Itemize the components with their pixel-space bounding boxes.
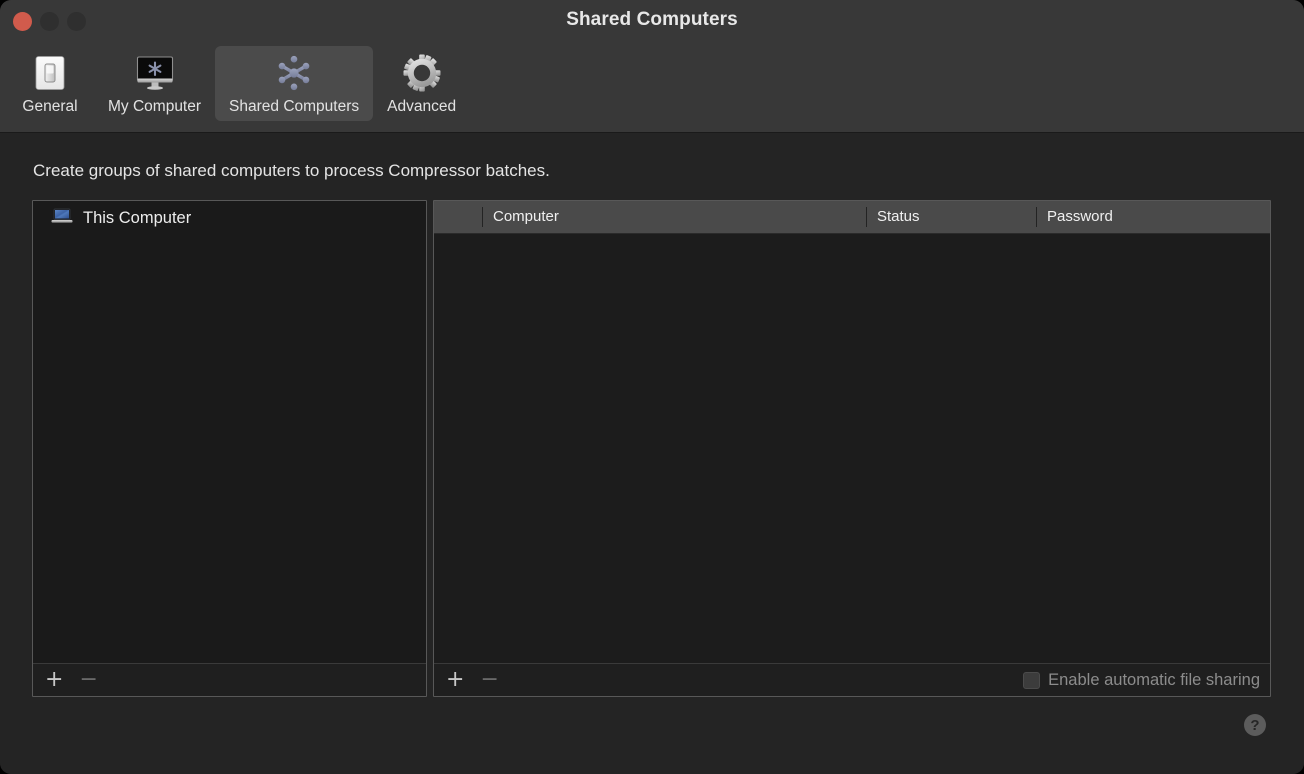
group-panel: This Computer + − (32, 200, 427, 697)
remove-group-button[interactable]: − (79, 669, 97, 691)
add-computer-button[interactable]: + (446, 669, 464, 691)
tab-my-computer-label: My Computer (108, 98, 202, 115)
tab-advanced-label: Advanced (387, 98, 457, 115)
group-panel-footer: + − (33, 663, 426, 696)
list-item[interactable]: This Computer (33, 206, 426, 230)
laptop-icon (51, 208, 73, 229)
window-titlebar: Shared Computers General My Computer Sha… (0, 0, 1304, 133)
description-text: Create groups of shared computers to pro… (33, 161, 550, 180)
enable-automatic-file-sharing-checkbox[interactable]: Enable automatic file sharing (1023, 671, 1260, 690)
group-list[interactable]: This Computer (33, 201, 426, 663)
shared-computers-window: Shared Computers General My Computer Sha… (0, 0, 1304, 774)
panels-container: This Computer + − Computer Status Passwo… (32, 200, 1271, 697)
column-header-select[interactable] (434, 207, 482, 227)
display-asterisk-icon (134, 52, 176, 94)
help-button[interactable]: ? (1244, 714, 1266, 736)
window-title: Shared Computers (566, 9, 738, 30)
column-header-password[interactable]: Password (1036, 207, 1270, 227)
tab-my-computer[interactable]: My Computer (94, 46, 215, 121)
tab-shared-computers[interactable]: Shared Computers (215, 46, 374, 121)
table-body[interactable] (434, 234, 1270, 663)
computer-panel: Computer Status Password + − Enable auto… (433, 200, 1271, 697)
content-area: Create groups of shared computers to pro… (0, 133, 1304, 774)
table-header: Computer Status Password (434, 201, 1270, 234)
toolbar-tabs: General My Computer Shared Computers Adv… (6, 46, 470, 121)
checkbox-label: Enable automatic file sharing (1048, 670, 1260, 689)
remove-computer-button[interactable]: − (480, 669, 498, 691)
light-switch-icon (29, 52, 71, 94)
tab-shared-computers-label: Shared Computers (229, 98, 360, 115)
computer-panel-footer: + − Enable automatic file sharing (434, 663, 1270, 696)
tab-advanced[interactable]: Advanced (373, 46, 470, 121)
checkbox-box[interactable] (1023, 671, 1041, 689)
column-header-computer[interactable]: Computer (482, 207, 866, 227)
gear-icon (401, 52, 443, 94)
tab-general-label: General (22, 98, 78, 115)
tab-general[interactable]: General (6, 46, 94, 121)
column-header-status[interactable]: Status (866, 207, 1036, 227)
cluster-asterisk-icon (273, 52, 315, 94)
add-group-button[interactable]: + (45, 669, 63, 691)
list-item-label: This Computer (83, 208, 192, 227)
